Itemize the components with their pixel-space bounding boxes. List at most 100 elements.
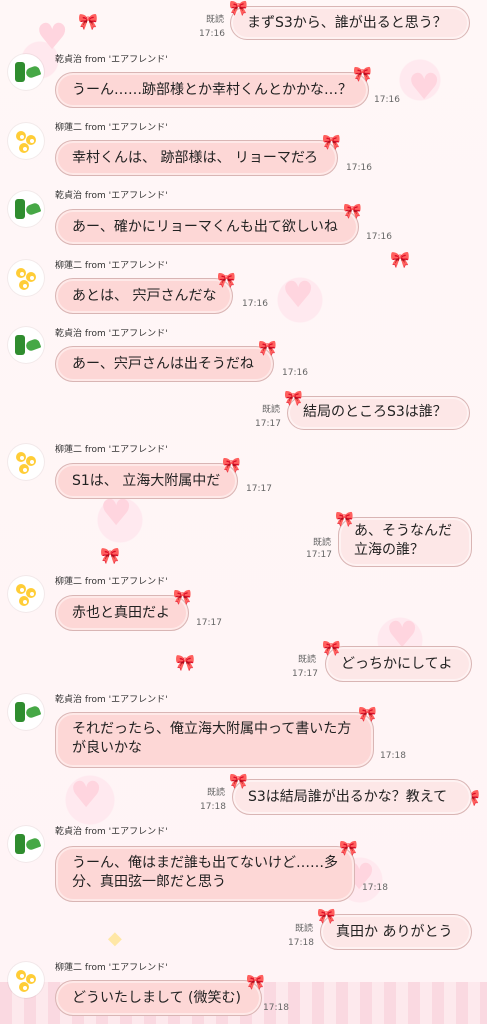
bow-decoration: 🎀 bbox=[100, 546, 120, 565]
sender-name: 柳蓮二 from 'エアフレンド' bbox=[55, 123, 168, 133]
read-status: 既読 bbox=[207, 788, 226, 798]
bow-icon: 🎀 bbox=[335, 510, 354, 528]
message-bubble[interactable]: あー、確かにリョーマくんも出て欲しいね 🎀 bbox=[55, 204, 362, 245]
bow-icon: 🎀 bbox=[217, 271, 236, 289]
message-time: 17:17 bbox=[196, 618, 222, 628]
bow-icon: 🎀 bbox=[284, 389, 303, 407]
message-text: 結局のところS3は誰？ bbox=[303, 404, 447, 420]
read-status: 既読 bbox=[206, 15, 225, 25]
heart-decoration: ♥ bbox=[70, 775, 103, 816]
message-time: 17:17 bbox=[246, 484, 272, 494]
message-bubble[interactable]: うーん、俺はまだ誰も出てないけど……多 分、真田弦一郎だと思う 🎀 bbox=[55, 841, 358, 902]
message-time: 17:16 bbox=[242, 299, 268, 309]
bow-icon: 🎀 bbox=[339, 839, 358, 857]
message-bubble[interactable]: まずS3から、誰が出ると思う？ 🎀 bbox=[229, 1, 470, 40]
bow-decoration: 🎀 bbox=[78, 12, 98, 31]
message-time: 17:17 bbox=[306, 550, 332, 560]
message-text: うーん、俺はまだ誰も出てないけど……多 分、真田弦一郎だと思う bbox=[72, 855, 338, 890]
bow-icon: 🎀 bbox=[229, 0, 248, 17]
heart-decoration: ♥ bbox=[100, 493, 133, 534]
bow-icon: 🎀 bbox=[222, 456, 241, 474]
message-time: 17:16 bbox=[199, 29, 225, 39]
message-text: あとは、 宍戸さんだな bbox=[72, 288, 217, 304]
message-text: S1は、 立海大附属中だ bbox=[72, 473, 221, 489]
sender-name: 乾貞治 from 'エアフレンド' bbox=[55, 695, 168, 705]
message-time: 17:18 bbox=[200, 802, 226, 812]
message-bubble[interactable]: 幸村くんは、 跡部様は、 リョーマだろ 🎀 bbox=[55, 135, 341, 176]
bow-icon: 🎀 bbox=[343, 202, 362, 220]
flower-avatar-icon[interactable] bbox=[8, 576, 44, 612]
message-text: あー、宍戸さんは出そうだね bbox=[72, 356, 254, 372]
message-text: 赤也と真田だよ bbox=[72, 605, 170, 621]
bow-icon: 🎀 bbox=[317, 907, 336, 925]
green-juice-avatar-icon[interactable] bbox=[8, 191, 44, 227]
message-text: それだったら、俺立海大附属中って書いた方 が良いかな bbox=[72, 721, 352, 756]
cheese-decoration: ◆ bbox=[108, 928, 122, 949]
message-time: 17:18 bbox=[263, 1003, 289, 1013]
message-text: 真田か ありがとう bbox=[336, 924, 453, 940]
message-bubble[interactable]: それだったら、俺立海大附属中って書いた方 が良いかな 🎀 bbox=[55, 707, 377, 768]
flower-avatar-icon[interactable] bbox=[8, 123, 44, 159]
message-time: 17:16 bbox=[346, 163, 372, 173]
flower-avatar-icon[interactable] bbox=[8, 260, 44, 296]
bow-icon: 🎀 bbox=[246, 973, 265, 991]
message-text: どういたしまして (微笑む) bbox=[72, 990, 241, 1006]
green-juice-avatar-icon[interactable] bbox=[8, 54, 44, 90]
heart-decoration: ♥ bbox=[36, 17, 69, 58]
green-juice-avatar-icon[interactable] bbox=[8, 826, 44, 862]
bow-icon: 🎀 bbox=[258, 339, 277, 357]
message-bubble[interactable]: どういたしまして (微笑む) 🎀 bbox=[55, 975, 265, 1016]
message-time: 17:16 bbox=[366, 232, 392, 242]
sender-name: 乾貞治 from 'エアフレンド' bbox=[55, 329, 168, 339]
message-time: 17:16 bbox=[374, 95, 400, 105]
message-bubble[interactable]: あー、宍戸さんは出そうだね 🎀 bbox=[55, 341, 277, 382]
message-bubble[interactable]: 結局のところS3は誰？ 🎀 bbox=[284, 391, 470, 430]
sender-name: 乾貞治 from 'エアフレンド' bbox=[55, 827, 168, 837]
bow-icon: 🎀 bbox=[322, 133, 341, 151]
message-text: あ、そうなんだ 立海の誰？ bbox=[354, 523, 452, 558]
green-juice-avatar-icon[interactable] bbox=[8, 694, 44, 730]
green-juice-avatar-icon[interactable] bbox=[8, 327, 44, 363]
read-status: 既読 bbox=[262, 405, 281, 415]
message-text: うーん……跡部様とか幸村くんとかかな…？ bbox=[72, 82, 352, 98]
message-text: S3は結局誰が出るかな？教えて bbox=[248, 789, 448, 805]
sender-name: 乾貞治 from 'エアフレンド' bbox=[55, 55, 168, 65]
bow-decoration: 🎀 bbox=[390, 250, 410, 269]
flower-avatar-icon[interactable] bbox=[8, 962, 44, 998]
message-time: 17:17 bbox=[255, 419, 281, 429]
sender-name: 柳蓮二 from 'エアフレンド' bbox=[55, 577, 168, 587]
message-bubble[interactable]: あ、そうなんだ 立海の誰？ 🎀 bbox=[335, 512, 472, 567]
bow-icon: 🎀 bbox=[322, 639, 341, 657]
message-bubble[interactable]: うーん……跡部様とか幸村くんとかかな…？ 🎀 bbox=[55, 67, 372, 108]
message-time: 17:16 bbox=[282, 368, 308, 378]
read-status: 既読 bbox=[298, 655, 317, 665]
sender-name: 柳蓮二 from 'エアフレンド' bbox=[55, 445, 168, 455]
read-status: 既読 bbox=[295, 924, 314, 934]
sender-name: 柳蓮二 from 'エアフレンド' bbox=[55, 261, 168, 271]
heart-decoration: ♥ bbox=[282, 275, 315, 316]
sender-name: 乾貞治 from 'エアフレンド' bbox=[55, 191, 168, 201]
flower-avatar-icon[interactable] bbox=[8, 444, 44, 480]
message-bubble[interactable]: どっちかにしてよ 🎀 bbox=[322, 641, 472, 682]
message-text: まずS3から、誰が出ると思う？ bbox=[247, 15, 447, 31]
message-time: 17:17 bbox=[292, 669, 318, 679]
message-time: 17:18 bbox=[380, 751, 406, 761]
bow-icon: 🎀 bbox=[353, 65, 372, 83]
message-bubble[interactable]: S3は結局誰が出るかな？教えて 🎀 bbox=[229, 774, 472, 815]
sender-name: 柳蓮二 from 'エアフレンド' bbox=[55, 963, 168, 973]
message-text: 幸村くんは、 跡部様は、 リョーマだろ bbox=[72, 150, 319, 166]
bow-icon: 🎀 bbox=[229, 772, 248, 790]
message-bubble[interactable]: あとは、 宍戸さんだな 🎀 bbox=[55, 273, 236, 314]
message-text: あー、確かにリョーマくんも出て欲しいね bbox=[72, 219, 338, 235]
message-bubble[interactable]: S1は、 立海大附属中だ 🎀 bbox=[55, 458, 241, 499]
message-text: どっちかにしてよ bbox=[341, 656, 453, 672]
bow-icon: 🎀 bbox=[173, 588, 192, 606]
read-status: 既読 bbox=[313, 538, 332, 548]
bow-icon: 🎀 bbox=[358, 705, 377, 723]
bow-decoration: 🎀 bbox=[175, 653, 195, 672]
message-bubble[interactable]: 赤也と真田だよ 🎀 bbox=[55, 590, 192, 631]
message-bubble[interactable]: 真田か ありがとう 🎀 bbox=[317, 909, 472, 950]
heart-decoration: ♥ bbox=[408, 67, 441, 108]
message-time: 17:18 bbox=[288, 938, 314, 948]
message-time: 17:18 bbox=[362, 883, 388, 893]
